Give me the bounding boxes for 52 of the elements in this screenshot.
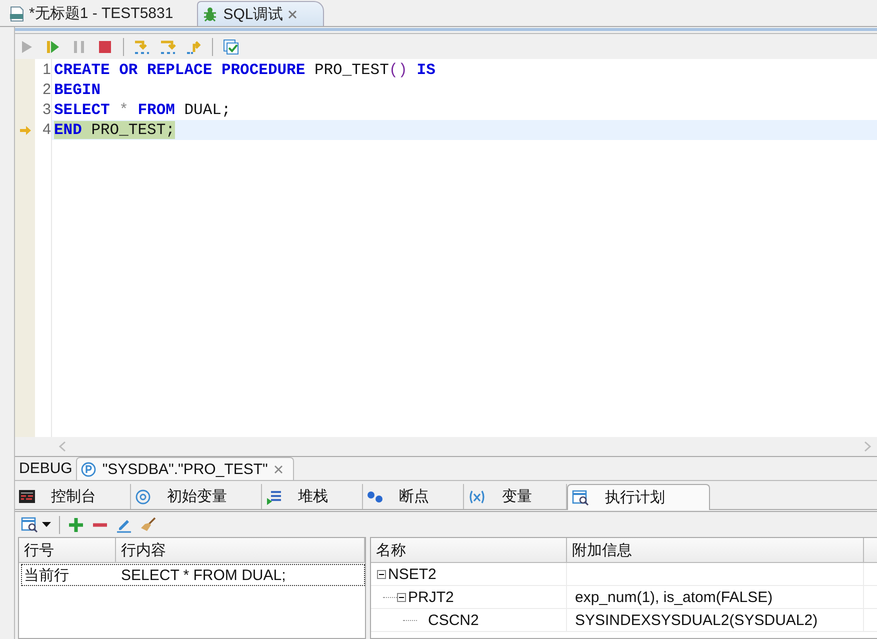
dropdown-caret-icon[interactable]	[42, 522, 51, 527]
stack-icon	[266, 488, 282, 504]
debug-label: DEBUG	[18, 460, 74, 477]
view-tab[interactable]: 初始变量	[131, 484, 262, 509]
at-sign-icon	[135, 488, 151, 504]
procedure-tab[interactable]: "SYSDBA"."PRO_TEST"	[76, 457, 294, 480]
line-number: 4	[42, 121, 51, 138]
view-tab[interactable]: 执行计划	[567, 484, 710, 510]
breakpoints-icon	[367, 490, 383, 504]
tree-node[interactable]: NSET2	[388, 566, 436, 582]
scroll-left-icon[interactable]	[59, 441, 66, 452]
column-header[interactable]: 名称	[371, 538, 567, 562]
line-number: 3	[42, 101, 51, 118]
code-line: BEGIN	[54, 81, 101, 99]
view-tab[interactable]: 堆栈	[262, 484, 363, 509]
column-header[interactable]: 行号	[19, 538, 116, 562]
line-number: 1	[42, 61, 51, 78]
procedure-icon	[81, 462, 96, 476]
column-header[interactable]: 附加信息	[567, 538, 864, 562]
table-cell: SYSINDEXSYSDUAL2(SYSDUAL2)	[575, 612, 818, 628]
table-cell: exp_num(1), is_atom(FALSE)	[575, 588, 773, 606]
current-line-arrow-icon	[20, 126, 30, 134]
table-row[interactable]: 当前行 SELECT * FROM DUAL;	[21, 564, 365, 586]
tree-node[interactable]: CSCN2	[428, 612, 479, 628]
step-into-icon[interactable]	[134, 38, 150, 54]
close-icon[interactable]	[274, 464, 283, 474]
close-icon[interactable]	[288, 10, 298, 18]
checkbox-icon[interactable]	[223, 38, 239, 54]
code-line: SELECT * FROM DUAL;	[54, 101, 231, 119]
console-icon	[19, 490, 35, 503]
step-return-icon[interactable]	[186, 38, 202, 54]
scroll-right-icon[interactable]	[864, 441, 871, 452]
tree-toggle[interactable]	[377, 570, 386, 578]
variables-icon	[468, 490, 486, 504]
editor-tab[interactable]: *无标题1 - TEST5831	[6, 1, 196, 26]
editor-tab[interactable]: SQL调试	[197, 1, 324, 26]
broom-icon[interactable]	[140, 516, 156, 532]
step-over-icon[interactable]	[160, 38, 176, 54]
stop-icon[interactable]	[97, 38, 113, 54]
calendar-search-icon	[572, 489, 589, 506]
tree-node[interactable]: PRJT2	[408, 588, 454, 606]
sql-file-icon	[10, 6, 24, 22]
bug-icon	[202, 6, 218, 22]
resume-icon[interactable]	[45, 38, 61, 54]
tree-toggle[interactable]	[397, 592, 406, 602]
column-header[interactable]: 行内容	[116, 538, 365, 562]
line-number: 2	[42, 81, 51, 98]
calendar-search-icon[interactable]	[21, 516, 38, 533]
view-tab[interactable]: 控制台	[15, 484, 131, 509]
code-line: CREATE OR REPLACE PROCEDURE PRO_TEST() IS	[54, 61, 436, 79]
view-tab[interactable]: 断点	[363, 484, 464, 509]
add-icon[interactable]	[68, 516, 84, 532]
